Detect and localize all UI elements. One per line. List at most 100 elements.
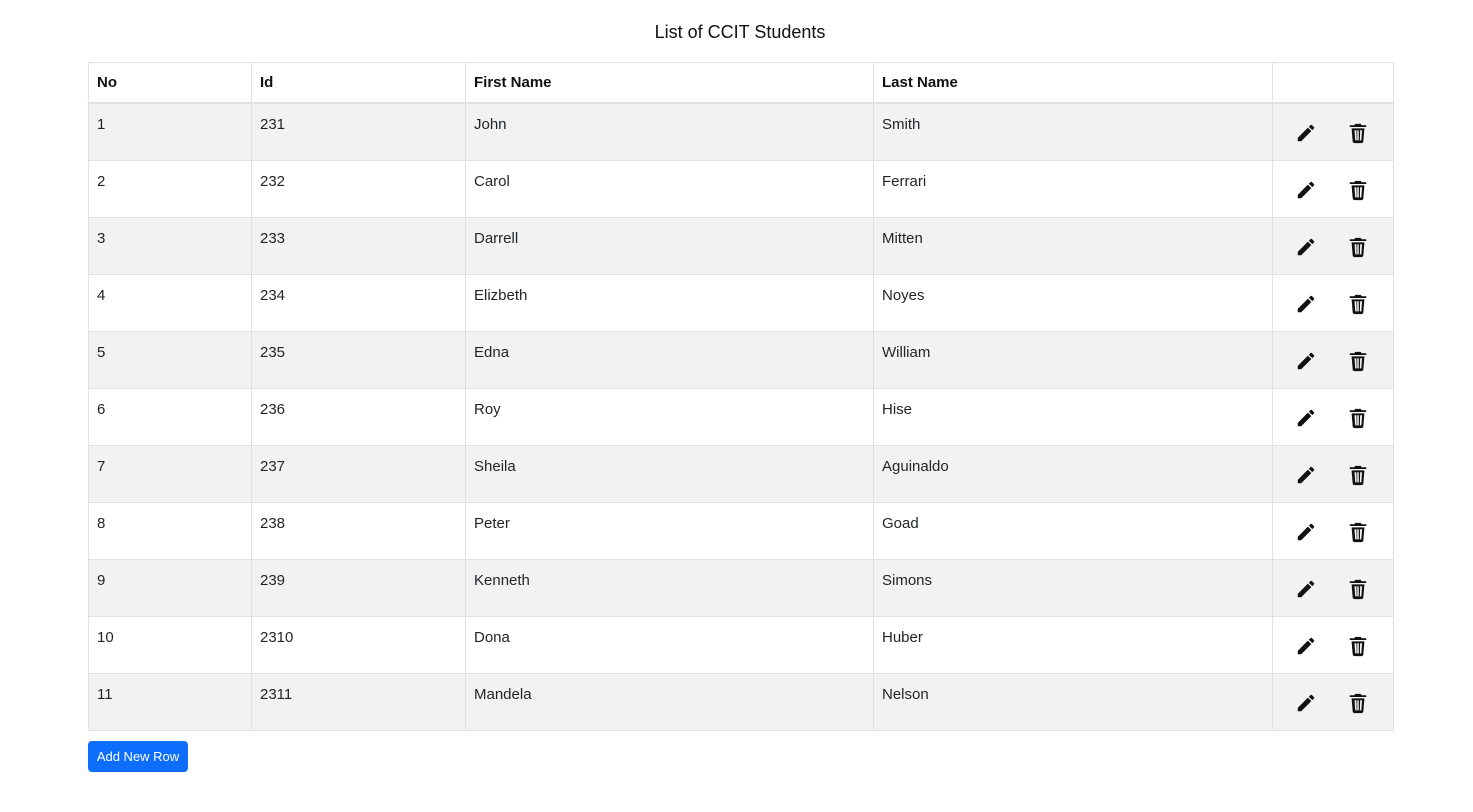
pencil-icon[interactable] bbox=[1295, 122, 1317, 144]
cell-id: 236 bbox=[251, 387, 466, 446]
cell-no: 3 bbox=[88, 216, 252, 275]
pencil-icon[interactable] bbox=[1295, 236, 1317, 258]
cell-last-name: Simons bbox=[873, 558, 1273, 617]
cell-actions bbox=[1272, 444, 1394, 503]
cell-actions bbox=[1272, 216, 1394, 275]
cell-first-name: Mandela bbox=[465, 672, 874, 731]
trash-icon[interactable] bbox=[1347, 635, 1369, 657]
cell-actions bbox=[1272, 159, 1394, 218]
table-row: 1 231 John Smith bbox=[88, 102, 1394, 161]
cell-first-name: Darrell bbox=[465, 216, 874, 275]
pencil-icon[interactable] bbox=[1295, 635, 1317, 657]
pencil-icon[interactable] bbox=[1295, 521, 1317, 543]
cell-id: 232 bbox=[251, 159, 466, 218]
table-row: 9 239 Kenneth Simons bbox=[88, 558, 1394, 617]
table-body: 1 231 John Smith 2 232 Carol Ferrari 3 2… bbox=[88, 102, 1394, 731]
row-actions bbox=[1273, 617, 1393, 673]
trash-icon[interactable] bbox=[1347, 293, 1369, 315]
cell-actions bbox=[1272, 558, 1394, 617]
cell-actions bbox=[1272, 330, 1394, 389]
trash-icon[interactable] bbox=[1347, 692, 1369, 714]
trash-icon[interactable] bbox=[1347, 350, 1369, 372]
table-row: 2 232 Carol Ferrari bbox=[88, 159, 1394, 218]
pencil-icon[interactable] bbox=[1295, 578, 1317, 600]
trash-icon[interactable] bbox=[1347, 521, 1369, 543]
header-no: No bbox=[88, 62, 252, 104]
row-actions bbox=[1273, 161, 1393, 217]
cell-first-name: Sheila bbox=[465, 444, 874, 503]
cell-id: 2310 bbox=[251, 615, 466, 674]
cell-actions bbox=[1272, 273, 1394, 332]
cell-id: 233 bbox=[251, 216, 466, 275]
row-actions bbox=[1273, 104, 1393, 160]
cell-last-name: Noyes bbox=[873, 273, 1273, 332]
cell-last-name: Mitten bbox=[873, 216, 1273, 275]
cell-id: 239 bbox=[251, 558, 466, 617]
row-actions bbox=[1273, 389, 1393, 445]
trash-icon[interactable] bbox=[1347, 407, 1369, 429]
cell-last-name: Huber bbox=[873, 615, 1273, 674]
cell-first-name: Dona bbox=[465, 615, 874, 674]
cell-no: 1 bbox=[88, 102, 252, 161]
trash-icon[interactable] bbox=[1347, 179, 1369, 201]
cell-id: 238 bbox=[251, 501, 466, 560]
cell-last-name: William bbox=[873, 330, 1273, 389]
table-row: 8 238 Peter Goad bbox=[88, 501, 1394, 560]
table-row: 4 234 Elizbeth Noyes bbox=[88, 273, 1394, 332]
cell-no: 10 bbox=[88, 615, 252, 674]
cell-first-name: Peter bbox=[465, 501, 874, 560]
header-first-name: First Name bbox=[465, 62, 874, 104]
row-actions bbox=[1273, 275, 1393, 331]
trash-icon[interactable] bbox=[1347, 122, 1369, 144]
trash-icon[interactable] bbox=[1347, 236, 1369, 258]
cell-no: 4 bbox=[88, 273, 252, 332]
cell-last-name: Nelson bbox=[873, 672, 1273, 731]
table-row: 7 237 Sheila Aguinaldo bbox=[88, 444, 1394, 503]
cell-no: 6 bbox=[88, 387, 252, 446]
pencil-icon[interactable] bbox=[1295, 692, 1317, 714]
cell-first-name: Edna bbox=[465, 330, 874, 389]
cell-first-name: Roy bbox=[465, 387, 874, 446]
row-actions bbox=[1273, 218, 1393, 274]
cell-first-name: Kenneth bbox=[465, 558, 874, 617]
header-last-name: Last Name bbox=[873, 62, 1273, 104]
cell-last-name: Aguinaldo bbox=[873, 444, 1273, 503]
pencil-icon[interactable] bbox=[1295, 464, 1317, 486]
table-row: 10 2310 Dona Huber bbox=[88, 615, 1394, 674]
cell-first-name: John bbox=[465, 102, 874, 161]
cell-no: 9 bbox=[88, 558, 252, 617]
cell-actions bbox=[1272, 501, 1394, 560]
table-row: 6 236 Roy Hise bbox=[88, 387, 1394, 446]
pencil-icon[interactable] bbox=[1295, 293, 1317, 315]
cell-id: 235 bbox=[251, 330, 466, 389]
table-row: 11 2311 Mandela Nelson bbox=[88, 672, 1394, 731]
cell-id: 237 bbox=[251, 444, 466, 503]
cell-no: 7 bbox=[88, 444, 252, 503]
pencil-icon[interactable] bbox=[1295, 407, 1317, 429]
cell-actions bbox=[1272, 387, 1394, 446]
cell-no: 5 bbox=[88, 330, 252, 389]
cell-last-name: Hise bbox=[873, 387, 1273, 446]
page: List of CCIT Students No Id First Name L… bbox=[0, 0, 1473, 812]
row-actions bbox=[1273, 332, 1393, 388]
cell-first-name: Carol bbox=[465, 159, 874, 218]
cell-last-name: Ferrari bbox=[873, 159, 1273, 218]
cell-id: 231 bbox=[251, 102, 466, 161]
pencil-icon[interactable] bbox=[1295, 350, 1317, 372]
cell-actions bbox=[1272, 102, 1394, 161]
row-actions bbox=[1273, 560, 1393, 616]
add-new-row-button[interactable]: Add New Row bbox=[88, 741, 188, 772]
cell-no: 11 bbox=[88, 672, 252, 731]
header-actions bbox=[1272, 62, 1394, 104]
row-actions bbox=[1273, 446, 1393, 502]
trash-icon[interactable] bbox=[1347, 464, 1369, 486]
trash-icon[interactable] bbox=[1347, 578, 1369, 600]
cell-no: 8 bbox=[88, 501, 252, 560]
table-header-row: No Id First Name Last Name bbox=[88, 62, 1394, 104]
cell-last-name: Goad bbox=[873, 501, 1273, 560]
cell-id: 234 bbox=[251, 273, 466, 332]
page-title: List of CCIT Students bbox=[654, 22, 826, 42]
row-actions bbox=[1273, 674, 1393, 730]
pencil-icon[interactable] bbox=[1295, 179, 1317, 201]
students-table: No Id First Name Last Name 1 231 John Sm… bbox=[88, 62, 1394, 731]
